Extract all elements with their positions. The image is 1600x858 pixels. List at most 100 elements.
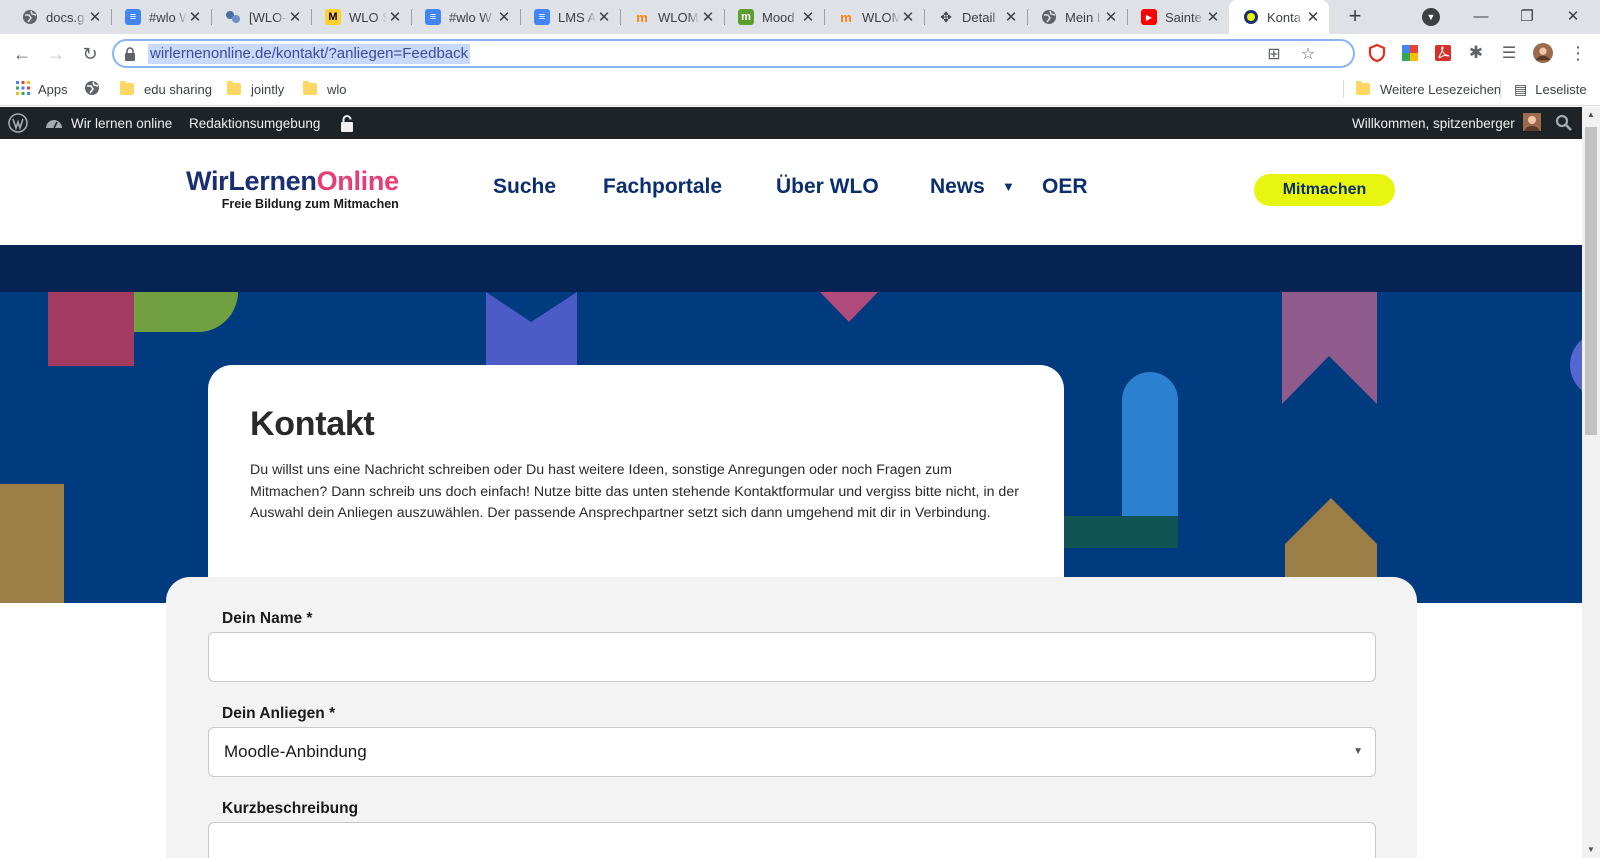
mitmachen-button[interactable]: Mitmachen bbox=[1254, 174, 1395, 206]
browser-tab[interactable]: m WLOM ✕ bbox=[824, 0, 924, 34]
close-icon[interactable]: ✕ bbox=[700, 8, 716, 26]
chevron-down-icon: ▼ bbox=[1353, 746, 1363, 757]
name-input[interactable] bbox=[208, 632, 1376, 682]
editorial-link[interactable]: Redaktionsumgebung bbox=[189, 107, 320, 139]
restore-icon[interactable]: ❐ bbox=[1504, 4, 1550, 30]
close-icon[interactable]: ✕ bbox=[87, 8, 103, 26]
globe-icon bbox=[1041, 9, 1057, 25]
browser-tab[interactable]: ≡ LMS A ✕ bbox=[520, 0, 620, 34]
close-icon[interactable]: ✕ bbox=[496, 8, 512, 26]
globe-icon bbox=[84, 80, 100, 99]
summary-label: Kurzbeschreibung bbox=[222, 800, 359, 817]
address-url[interactable]: wirlernenonline.de/kontakt/?anliegen=Fee… bbox=[148, 44, 471, 64]
jira-icon bbox=[225, 9, 241, 25]
bookmark-folder-more[interactable]: Weitere Lesezeichen bbox=[1356, 80, 1501, 98]
moodle-green-icon: m bbox=[738, 9, 754, 25]
wordpress-icon[interactable] bbox=[8, 107, 28, 139]
bookmark-star-icon[interactable]: ☆ bbox=[1298, 45, 1318, 65]
google-translate-icon[interactable] bbox=[1400, 43, 1420, 63]
close-icon[interactable]: ✕ bbox=[800, 8, 816, 26]
close-icon[interactable]: ✕ bbox=[1103, 8, 1119, 26]
browser-tab[interactable]: ≡ #wlo W ✕ bbox=[411, 0, 520, 34]
git-icon: ✥ bbox=[940, 8, 952, 25]
concern-select[interactable]: Moodle-Anbindung ▼ bbox=[208, 727, 1376, 777]
nav-ueber-wlo[interactable]: Über WLO bbox=[776, 175, 879, 199]
brave-shield-icon[interactable] bbox=[1367, 43, 1387, 63]
site-logo[interactable]: WirLernenOnline Freie Bildung zum Mitmac… bbox=[186, 166, 399, 211]
reading-list-button[interactable]: ▤ Leseliste bbox=[1514, 80, 1587, 98]
nav-oer[interactable]: OER bbox=[1042, 175, 1088, 199]
close-icon[interactable]: ✕ bbox=[1305, 8, 1321, 26]
browser-tab[interactable]: m Mood ✕ bbox=[724, 0, 824, 34]
browser-tab-active[interactable]: Konta ✕ bbox=[1229, 0, 1329, 34]
close-icon[interactable]: ✕ bbox=[387, 8, 403, 26]
close-window-icon[interactable]: ✕ bbox=[1550, 4, 1596, 30]
globe-bookmark[interactable] bbox=[84, 80, 100, 98]
decorative-shape bbox=[0, 484, 64, 603]
install-app-icon[interactable]: ⊞ bbox=[1264, 45, 1284, 65]
page-scrollbar[interactable]: ▲ ▼ bbox=[1582, 107, 1600, 858]
lock-icon bbox=[125, 47, 135, 61]
site-dashboard-link[interactable]: Wir lernen online bbox=[45, 107, 172, 139]
moodle-icon: m bbox=[840, 9, 852, 25]
close-icon[interactable]: ✕ bbox=[1003, 8, 1019, 26]
tab-search-icon[interactable]: ▼ bbox=[1422, 8, 1440, 26]
nav-news[interactable]: News bbox=[930, 175, 985, 199]
bookmarks-divider bbox=[1343, 80, 1344, 98]
browser-tab[interactable]: Mein I ✕ bbox=[1027, 0, 1127, 34]
summary-input[interactable] bbox=[208, 822, 1376, 858]
user-welcome[interactable]: Willkommen, spitzenberger bbox=[1352, 107, 1541, 139]
browser-tab[interactable]: ✥ Detail ✕ bbox=[924, 0, 1027, 34]
minimize-icon[interactable]: — bbox=[1458, 4, 1504, 30]
concern-label: Dein Anliegen * bbox=[222, 705, 336, 722]
avatar[interactable] bbox=[1533, 43, 1553, 63]
folder-icon bbox=[227, 81, 241, 95]
menu-icon[interactable]: ⋮ bbox=[1568, 43, 1588, 63]
browser-tab[interactable]: ▶ Sainte ✕ bbox=[1127, 0, 1229, 34]
chevron-down-icon[interactable]: ▼ bbox=[1002, 179, 1015, 194]
logo-tagline: Freie Bildung zum Mitmachen bbox=[221, 197, 399, 211]
pdf-icon[interactable] bbox=[1433, 43, 1453, 63]
address-bar[interactable]: wirlernenonline.de/kontakt/?anliegen=Fee… bbox=[112, 39, 1355, 68]
contact-intro: Du willst uns eine Nachricht schreiben o… bbox=[250, 462, 1019, 521]
globe-icon bbox=[22, 9, 38, 25]
extensions-icon[interactable]: ✱ bbox=[1466, 43, 1486, 63]
close-icon[interactable]: ✕ bbox=[187, 8, 203, 26]
browser-tab[interactable]: [WLO- ✕ bbox=[211, 0, 311, 34]
scroll-down-icon[interactable]: ▼ bbox=[1582, 842, 1600, 858]
forward-icon[interactable]: → bbox=[42, 40, 70, 68]
folder-icon bbox=[120, 81, 134, 95]
search-icon[interactable] bbox=[1555, 107, 1573, 139]
reload-icon[interactable]: ↻ bbox=[76, 40, 104, 68]
decorative-shape bbox=[48, 292, 134, 366]
page-title: Kontakt bbox=[250, 405, 375, 443]
back-icon[interactable]: ← bbox=[8, 40, 36, 68]
scrollbar-thumb[interactable] bbox=[1585, 127, 1597, 435]
nav-fachportale[interactable]: Fachportale bbox=[603, 175, 722, 199]
close-icon[interactable]: ✕ bbox=[287, 8, 303, 26]
decorative-shape bbox=[1063, 516, 1178, 548]
nav-suche[interactable]: Suche bbox=[493, 175, 556, 199]
apps-bookmark[interactable]: Apps bbox=[16, 80, 68, 98]
docs-icon: ≡ bbox=[534, 9, 550, 25]
browser-tab[interactable]: m WLOM ✕ bbox=[620, 0, 724, 34]
new-tab-button[interactable]: + bbox=[1342, 4, 1368, 30]
browser-tab[interactable]: docs.g ✕ bbox=[8, 0, 111, 34]
browser-tab[interactable]: M WLO S ✕ bbox=[311, 0, 411, 34]
reading-list-icon[interactable]: ☰ bbox=[1499, 43, 1519, 63]
moodle-icon: m bbox=[636, 9, 648, 25]
scroll-up-icon[interactable]: ▲ bbox=[1582, 107, 1600, 123]
bookmarks-bar: Apps edu sharing jointly wlo Weitere Les… bbox=[0, 72, 1600, 106]
decorative-shape bbox=[1570, 332, 1582, 398]
bookmark-folder-edu-sharing[interactable]: edu sharing bbox=[120, 80, 212, 98]
close-icon[interactable]: ✕ bbox=[900, 8, 916, 26]
lock-icon[interactable] bbox=[340, 107, 354, 139]
bookmark-folder-wlo[interactable]: wlo bbox=[303, 80, 347, 98]
browser-toolbar: ← → ↻ wirlernenonline.de/kontakt/?anlieg… bbox=[0, 34, 1600, 72]
close-icon[interactable]: ✕ bbox=[1205, 8, 1221, 26]
bookmark-folder-jointly[interactable]: jointly bbox=[227, 80, 284, 98]
close-icon[interactable]: ✕ bbox=[596, 8, 612, 26]
browser-tab[interactable]: ≡ #wlo W ✕ bbox=[111, 0, 211, 34]
apps-grid-icon bbox=[16, 80, 30, 98]
reading-list-icon: ▤ bbox=[1514, 80, 1528, 97]
